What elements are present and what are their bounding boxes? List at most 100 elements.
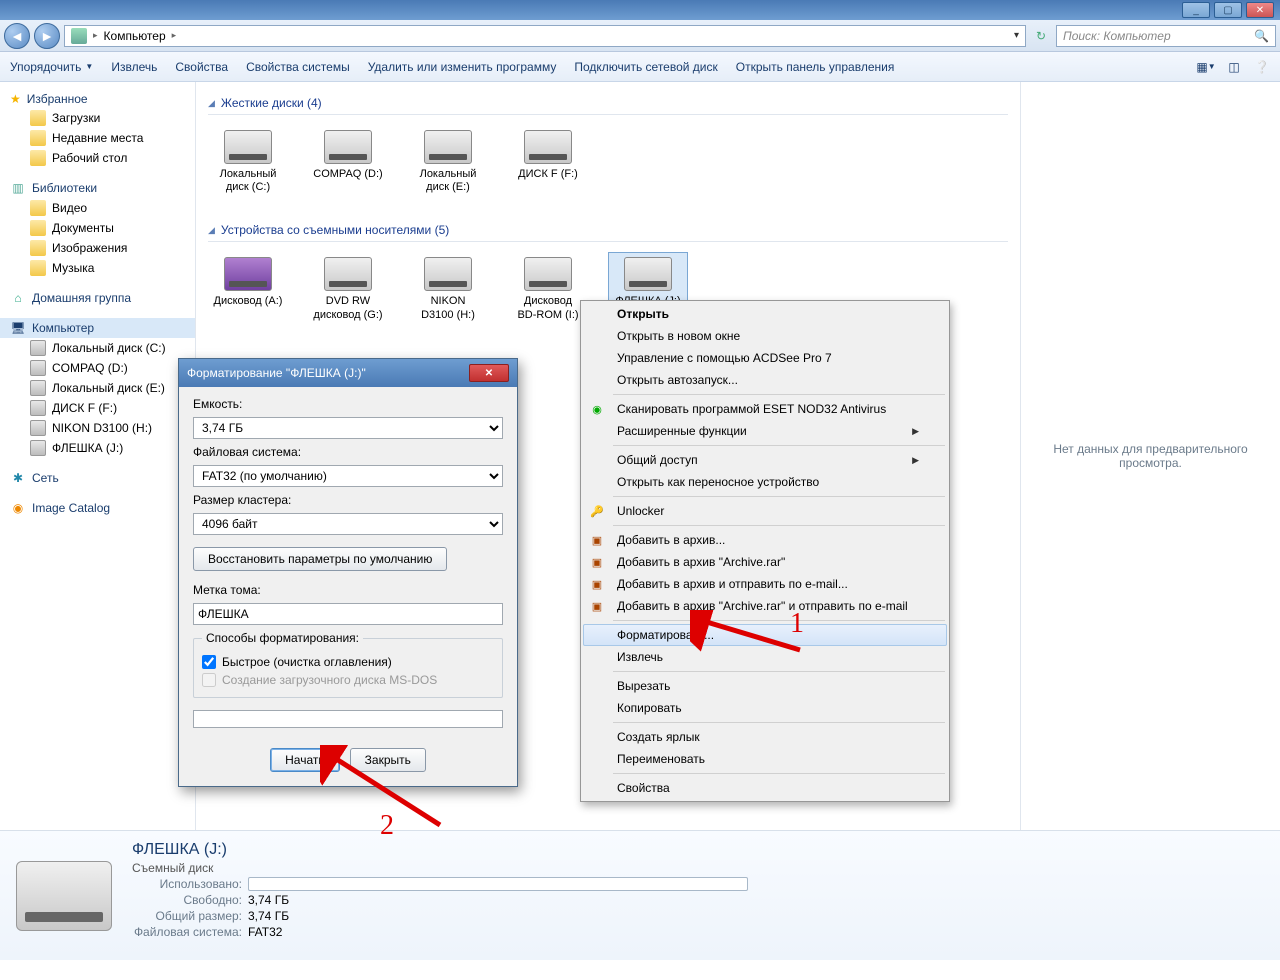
properties-button[interactable]: Свойства xyxy=(175,60,228,74)
drive-c[interactable]: Локальный диск (C:) xyxy=(208,125,288,199)
cm-separator xyxy=(613,525,945,526)
minimize-button[interactable]: _ xyxy=(1182,2,1210,18)
control-panel-button[interactable]: Открыть панель управления xyxy=(736,60,895,74)
dialog-close-button[interactable]: ✕ xyxy=(469,364,509,382)
search-input[interactable]: Поиск: Компьютер 🔍 xyxy=(1056,25,1276,47)
cm-portable-device[interactable]: Открыть как переносное устройство xyxy=(583,471,947,493)
quick-format-checkbox[interactable] xyxy=(202,655,216,669)
cm-archive-email[interactable]: ▣Добавить в архив и отправить по e-mail.… xyxy=(583,573,947,595)
fs-value: FAT32 xyxy=(248,925,282,939)
hdd-section-header[interactable]: ◢Жесткие диски (4) xyxy=(208,92,1008,115)
preview-pane-icon[interactable]: ◫ xyxy=(1226,59,1242,75)
sidebar-item-desktop[interactable]: Рабочий стол xyxy=(0,148,195,168)
sidebar-item-music[interactable]: Музыка xyxy=(0,258,195,278)
removable-section-header[interactable]: ◢Устройства со съемными носителями (5) xyxy=(208,219,1008,242)
filesystem-select[interactable]: FAT32 (по умолчанию) xyxy=(193,465,503,487)
details-title: ФЛЕШКА (J:) xyxy=(132,841,748,859)
cm-acdsee[interactable]: Управление с помощью ACDSee Pro 7 xyxy=(583,347,947,369)
capacity-select[interactable]: 3,74 ГБ xyxy=(193,417,503,439)
breadcrumb-root[interactable]: Компьютер xyxy=(104,29,166,43)
cm-cut[interactable]: Вырезать xyxy=(583,675,947,697)
sidebar-item-drive-e[interactable]: Локальный диск (E:) xyxy=(0,378,195,398)
cm-autorun[interactable]: Открыть автозапуск... xyxy=(583,369,947,391)
cm-share[interactable]: Общий доступ▶ xyxy=(583,449,947,471)
sidebar-item-drive-c[interactable]: Локальный диск (C:) xyxy=(0,338,195,358)
winrar-icon: ▣ xyxy=(589,576,605,592)
sidebar-item-drive-h[interactable]: NIKON D3100 (H:) xyxy=(0,418,195,438)
cm-create-shortcut[interactable]: Создать ярлык xyxy=(583,726,947,748)
drive-a[interactable]: Дисковод (A:) xyxy=(208,252,288,326)
computer-icon xyxy=(71,28,87,44)
sidebar-item-drive-d[interactable]: COMPAQ (D:) xyxy=(0,358,195,378)
command-bar: Упорядочить▼ Извлечь Свойства Свойства с… xyxy=(0,52,1280,82)
cm-advanced-functions[interactable]: Расширенные функции▶ xyxy=(583,420,947,442)
star-icon: ★ xyxy=(10,92,21,106)
cm-eject[interactable]: Извлечь xyxy=(583,646,947,668)
restore-defaults-button[interactable]: Восстановить параметры по умолчанию xyxy=(193,547,447,571)
system-properties-button[interactable]: Свойства системы xyxy=(246,60,350,74)
sidebar-item-pictures[interactable]: Изображения xyxy=(0,238,195,258)
forward-button[interactable]: ► xyxy=(34,23,60,49)
cluster-select[interactable]: 4096 байт xyxy=(193,513,503,535)
document-icon xyxy=(30,220,46,236)
cm-separator xyxy=(613,722,945,723)
bdrom-drive-icon xyxy=(524,257,572,291)
navigation-pane: ★Избранное Загрузки Недавние места Рабоч… xyxy=(0,82,196,830)
computer-header[interactable]: 🖥Компьютер xyxy=(0,318,195,338)
hard-drive-icon xyxy=(424,130,472,164)
view-options-icon[interactable]: ▦ ▼ xyxy=(1198,59,1214,75)
homegroup-header[interactable]: ⌂Домашняя группа xyxy=(0,288,195,308)
refresh-button[interactable]: ↻ xyxy=(1030,29,1052,43)
drive-d[interactable]: COMPAQ (D:) xyxy=(308,125,388,199)
start-button[interactable]: Начать xyxy=(270,748,340,772)
close-dialog-button[interactable]: Закрыть xyxy=(350,748,426,772)
libraries-header[interactable]: ▥Библиотеки xyxy=(0,178,195,198)
cm-rename[interactable]: Переименовать xyxy=(583,748,947,770)
sidebar-item-documents[interactable]: Документы xyxy=(0,218,195,238)
cm-add-archive[interactable]: ▣Добавить в архив... xyxy=(583,529,947,551)
map-drive-button[interactable]: Подключить сетевой диск xyxy=(574,60,717,74)
folder-icon xyxy=(30,110,46,126)
drive-e[interactable]: Локальный диск (E:) xyxy=(408,125,488,199)
dialog-titlebar[interactable]: Форматирование "ФЛЕШКА (J:)" ✕ xyxy=(179,359,517,387)
drive-h[interactable]: NIKON D3100 (H:) xyxy=(408,252,488,326)
favorites-header[interactable]: ★Избранное xyxy=(0,90,195,108)
total-label: Общий размер: xyxy=(132,909,242,923)
cm-format[interactable]: Форматировать... xyxy=(583,624,947,646)
msdos-boot-label: Создание загрузочного диска MS-DOS xyxy=(222,673,437,687)
sidebar-item-drive-f[interactable]: ДИСК F (F:) xyxy=(0,398,195,418)
sidebar-item-drive-j[interactable]: ФЛЕШКА (J:) xyxy=(0,438,195,458)
removable-drive-icon xyxy=(624,257,672,291)
cm-copy[interactable]: Копировать xyxy=(583,697,947,719)
cm-eset-scan[interactable]: ◉Сканировать программой ESET NOD32 Antiv… xyxy=(583,398,947,420)
breadcrumb[interactable]: ▸ Компьютер ▸ ▾ xyxy=(64,25,1026,47)
drive-g[interactable]: DVD RW дисковод (G:) xyxy=(308,252,388,326)
cm-open[interactable]: Открыть xyxy=(583,303,947,325)
drive-f[interactable]: ДИСК F (F:) xyxy=(508,125,588,199)
image-catalog-header[interactable]: ◉Image Catalog xyxy=(0,498,195,518)
cm-unlocker[interactable]: 🔑Unlocker xyxy=(583,500,947,522)
volume-label-input[interactable] xyxy=(193,603,503,625)
drive-icon xyxy=(30,340,46,356)
organize-menu[interactable]: Упорядочить▼ xyxy=(10,60,93,74)
breadcrumb-dropdown-icon[interactable]: ▾ xyxy=(1014,30,1019,41)
cm-properties[interactable]: Свойства xyxy=(583,777,947,799)
close-button[interactable]: ✕ xyxy=(1246,2,1274,18)
music-icon xyxy=(30,260,46,276)
cm-add-archive-named[interactable]: ▣Добавить в архив "Archive.rar" xyxy=(583,551,947,573)
cm-open-new-window[interactable]: Открыть в новом окне xyxy=(583,325,947,347)
uninstall-program-button[interactable]: Удалить или изменить программу xyxy=(368,60,557,74)
sidebar-item-videos[interactable]: Видео xyxy=(0,198,195,218)
maximize-button[interactable]: ▢ xyxy=(1214,2,1242,18)
sidebar-item-recent[interactable]: Недавние места xyxy=(0,128,195,148)
eject-button[interactable]: Извлечь xyxy=(111,60,157,74)
network-header[interactable]: ✱Сеть xyxy=(0,468,195,488)
drive-i[interactable]: Дисковод BD-ROM (I:) xyxy=(508,252,588,326)
drive-icon xyxy=(30,360,46,376)
help-icon[interactable]: ❔ xyxy=(1254,59,1270,75)
cm-archive-named-email[interactable]: ▣Добавить в архив "Archive.rar" и отправ… xyxy=(583,595,947,617)
format-options-legend: Способы форматирования: xyxy=(202,631,363,645)
sidebar-item-downloads[interactable]: Загрузки xyxy=(0,108,195,128)
back-button[interactable]: ◄ xyxy=(4,23,30,49)
cm-separator xyxy=(613,496,945,497)
